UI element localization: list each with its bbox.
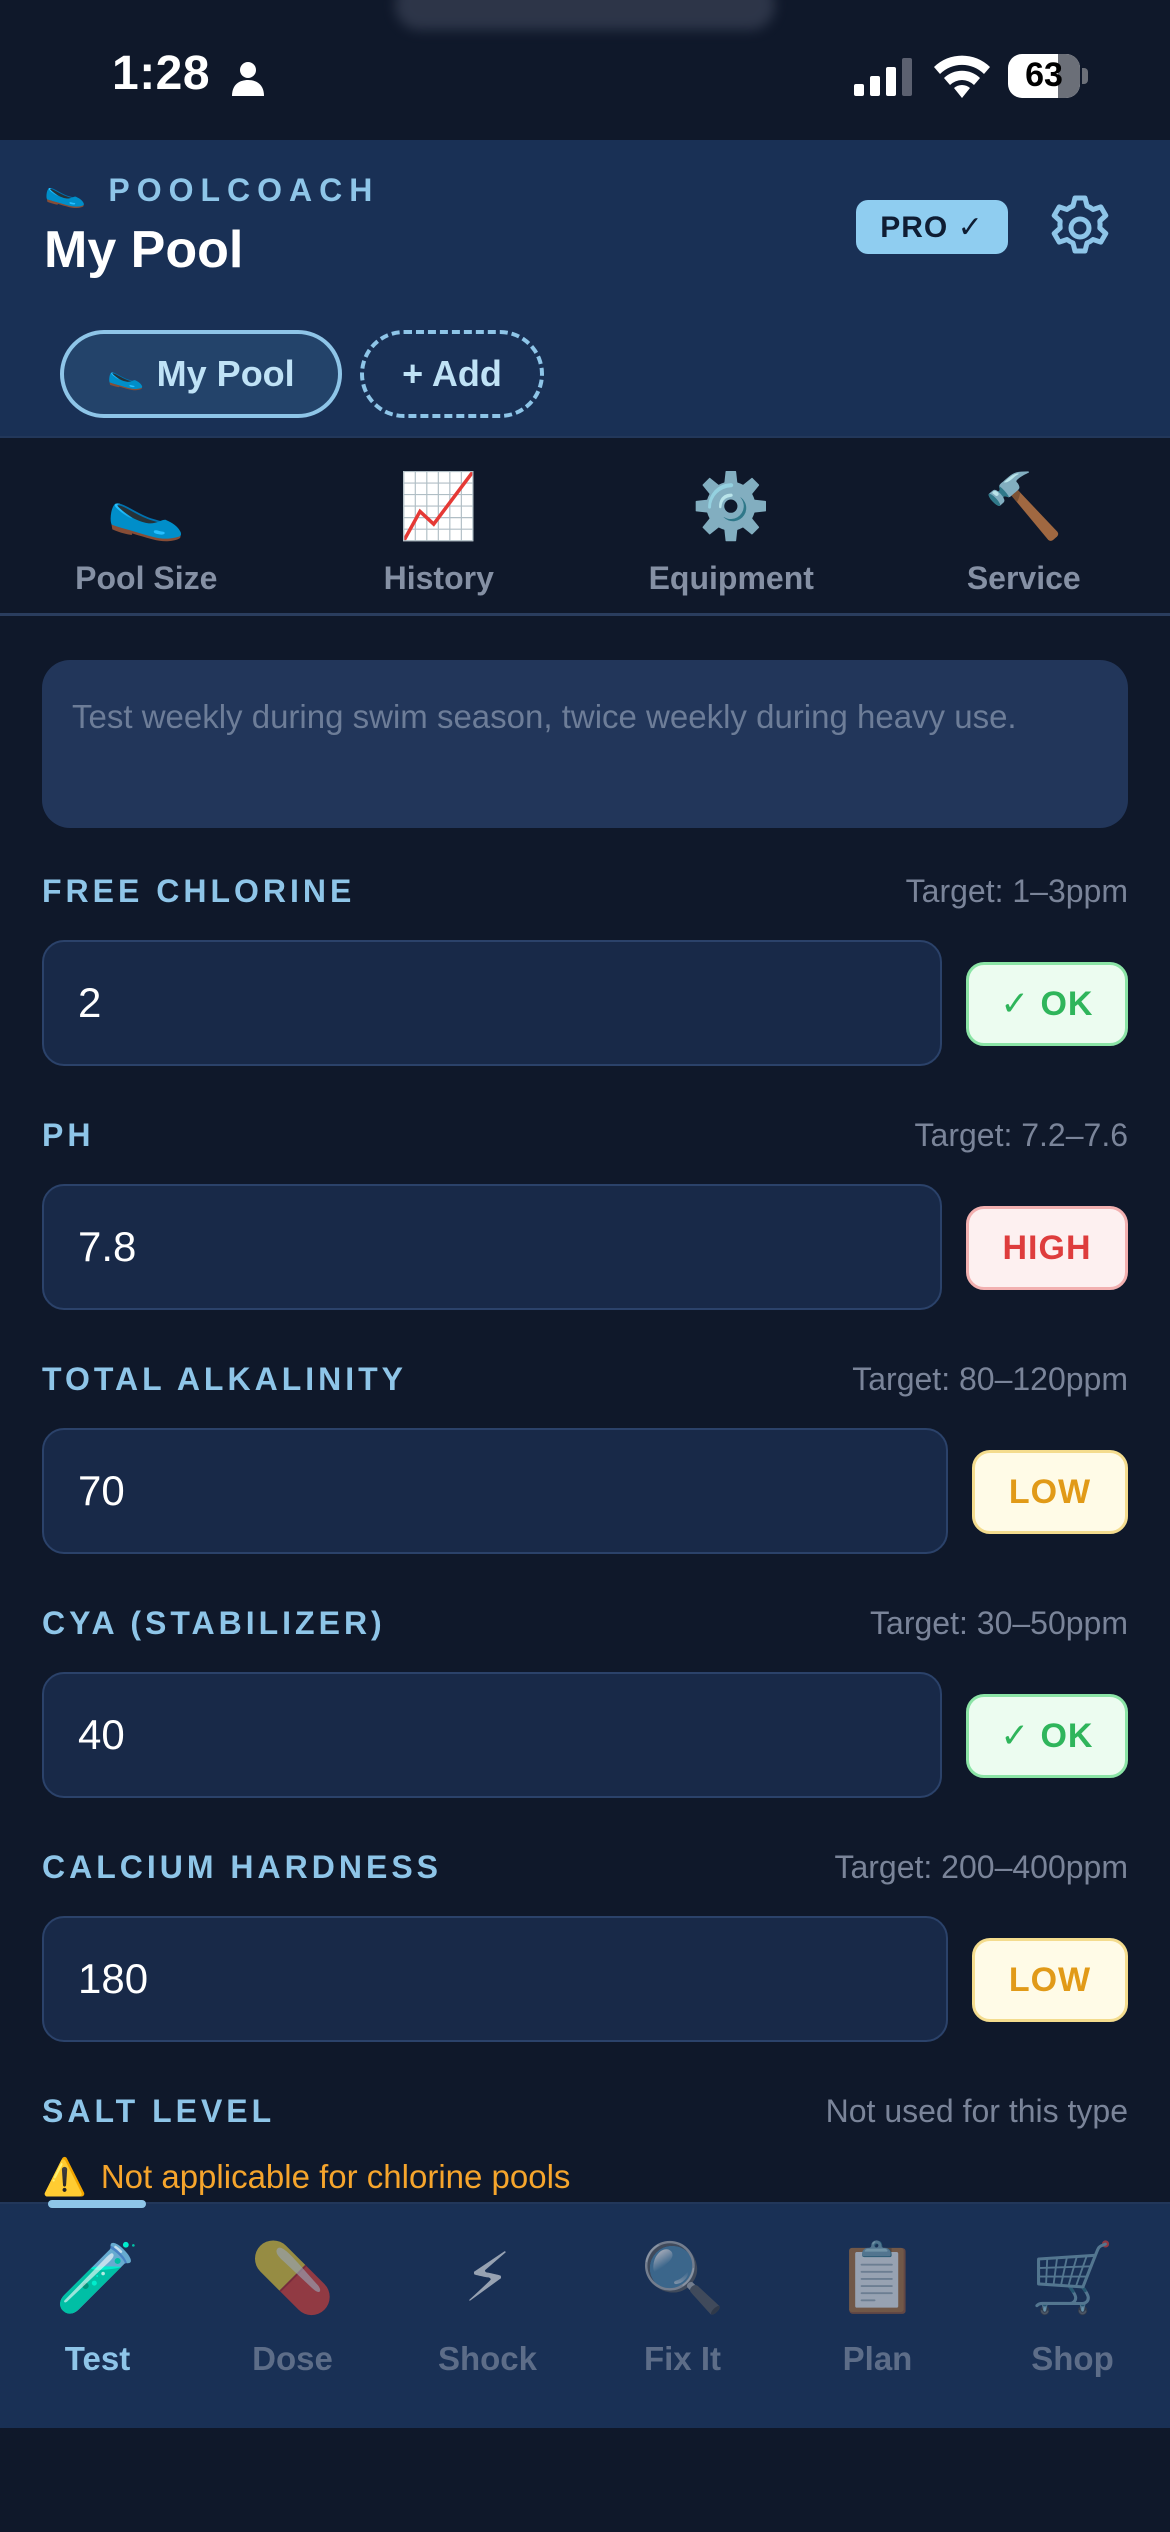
person-icon: [232, 62, 264, 96]
tab-label: Fix It: [643, 2340, 721, 2377]
total-alkalinity-label: TOTAL ALKALINITY: [42, 1361, 408, 1397]
status-time: 1:28: [112, 47, 211, 100]
warning-icon: ⚠️: [42, 2156, 87, 2197]
calcium-hardness-input[interactable]: 180: [42, 1916, 948, 2042]
shoe-icon: 🥿: [106, 470, 187, 542]
salt-warning-text: Not applicable for chlorine pools: [100, 2158, 571, 2195]
calcium-hardness-target: Target: 200–400ppm: [834, 1849, 1128, 1885]
tab-label: Test: [64, 2340, 131, 2377]
tab-fix-it[interactable]: 🔍 Fix It: [585, 2204, 780, 2428]
tab-test[interactable]: 🧪 Test: [0, 2204, 195, 2428]
calcium-hardness-label: CALCIUM HARDNESS: [42, 1849, 442, 1885]
bottom-tab-bar: 🧪 Test 💊 Dose ⚡ Shock 🔍 Fix It 📋 Plan 🛒 …: [0, 2202, 1170, 2428]
free-chlorine-label: FREE CHLORINE: [42, 873, 356, 909]
free-chlorine-input[interactable]: 2: [42, 940, 942, 1066]
sub-tab-bar: 🥿 Pool Size 📈 History ⚙️ Equipment 🔨 Ser…: [0, 438, 1170, 616]
subtab-service[interactable]: 🔨 Service: [878, 438, 1170, 613]
clipboard-icon: 📋: [835, 2240, 920, 2316]
gear-icon: ⚙️: [691, 470, 772, 542]
total-alkalinity-status-badge: LOW: [972, 1450, 1128, 1534]
free-chlorine-target: Target: 1–3ppm: [905, 873, 1128, 909]
tab-plan[interactable]: 📋 Plan: [780, 2204, 975, 2428]
magnifier-icon: 🔍: [640, 2240, 725, 2316]
tab-shop[interactable]: 🛒 Shop: [975, 2204, 1170, 2428]
pool-chip-label: My Pool: [156, 353, 295, 394]
ph-label: PH: [42, 1117, 95, 1153]
subtab-history[interactable]: 📈 History: [293, 438, 586, 613]
pool-chip-my-pool[interactable]: 🥿 My Pool: [60, 330, 342, 418]
total-alkalinity-target: Target: 80–120ppm: [852, 1361, 1128, 1397]
pill-icon: 💊: [250, 2240, 335, 2316]
tab-label: Shop: [1031, 2340, 1114, 2377]
tab-dose[interactable]: 💊 Dose: [195, 2204, 390, 2428]
page-title: My Pool: [44, 221, 244, 279]
subtab-label: Service: [966, 560, 1081, 596]
pro-badge[interactable]: PRO ✓: [856, 200, 1008, 254]
salt-level-target: Not used for this type: [825, 2093, 1128, 2129]
total-alkalinity-input[interactable]: 70: [42, 1428, 948, 1554]
home-indicator-area: [0, 2428, 1170, 2532]
tab-label: Shock: [437, 2340, 538, 2377]
test-tube-icon: 🧪: [55, 2240, 140, 2316]
ph-target: Target: 7.2–7.6: [914, 1117, 1128, 1153]
free-chlorine-status-badge: ✓ OK: [966, 962, 1128, 1046]
tab-shock[interactable]: ⚡ Shock: [390, 2204, 585, 2428]
cellular-signal-icon: [854, 58, 912, 96]
salt-level-label: SALT LEVEL: [42, 2093, 276, 2129]
brand: 🥿 POOLCOACH: [44, 170, 379, 210]
chart-increasing-icon: 📈: [398, 470, 479, 542]
battery-icon: 63: [1008, 54, 1088, 98]
hammer-icon: 🔨: [983, 470, 1064, 542]
status-bar: 1:28 63: [0, 0, 1170, 140]
shopping-cart-icon: 🛒: [1030, 2240, 1115, 2316]
cya-input[interactable]: 40: [42, 1672, 942, 1798]
app-screen: 1:28 63 🥿 POOLCOACH My Pool PRO ✓ 🥿 My P…: [0, 0, 1170, 2532]
subtab-label: Pool Size: [75, 560, 218, 596]
active-tab-indicator: [48, 2200, 146, 2208]
battery-level: 63: [1025, 56, 1063, 94]
brand-shoe-icon: 🥿: [44, 171, 87, 209]
testing-tip: Test weekly during swim season, twice we…: [42, 660, 1128, 828]
ph-input[interactable]: 7.8: [42, 1184, 942, 1310]
cya-status-badge: ✓ OK: [966, 1694, 1128, 1778]
subtab-label: Equipment: [648, 560, 814, 596]
dynamic-island: [395, 0, 775, 30]
brand-name: POOLCOACH: [108, 171, 380, 208]
lightning-icon: ⚡: [463, 2240, 512, 2316]
ph-status-badge: HIGH: [966, 1206, 1128, 1290]
cya-target: Target: 30–50ppm: [870, 1605, 1128, 1641]
cya-label: CYA (STABILIZER): [42, 1605, 386, 1641]
settings-gear-icon[interactable]: [1044, 192, 1116, 264]
app-header: 🥿 POOLCOACH My Pool PRO ✓ 🥿 My Pool + Ad…: [0, 140, 1170, 438]
wifi-icon: [934, 55, 990, 98]
salt-warning: ⚠️ Not applicable for chlorine pools: [42, 2156, 570, 2198]
add-pool-button[interactable]: + Add: [360, 330, 544, 418]
tab-label: Plan: [842, 2340, 913, 2377]
subtab-equipment[interactable]: ⚙️ Equipment: [585, 438, 878, 613]
subtab-label: History: [383, 560, 494, 596]
pool-shoe-icon: 🥿: [107, 357, 145, 391]
subtab-pool-size[interactable]: 🥿 Pool Size: [0, 438, 293, 613]
tab-label: Dose: [252, 2340, 333, 2377]
calcium-hardness-status-badge: LOW: [972, 1938, 1128, 2022]
